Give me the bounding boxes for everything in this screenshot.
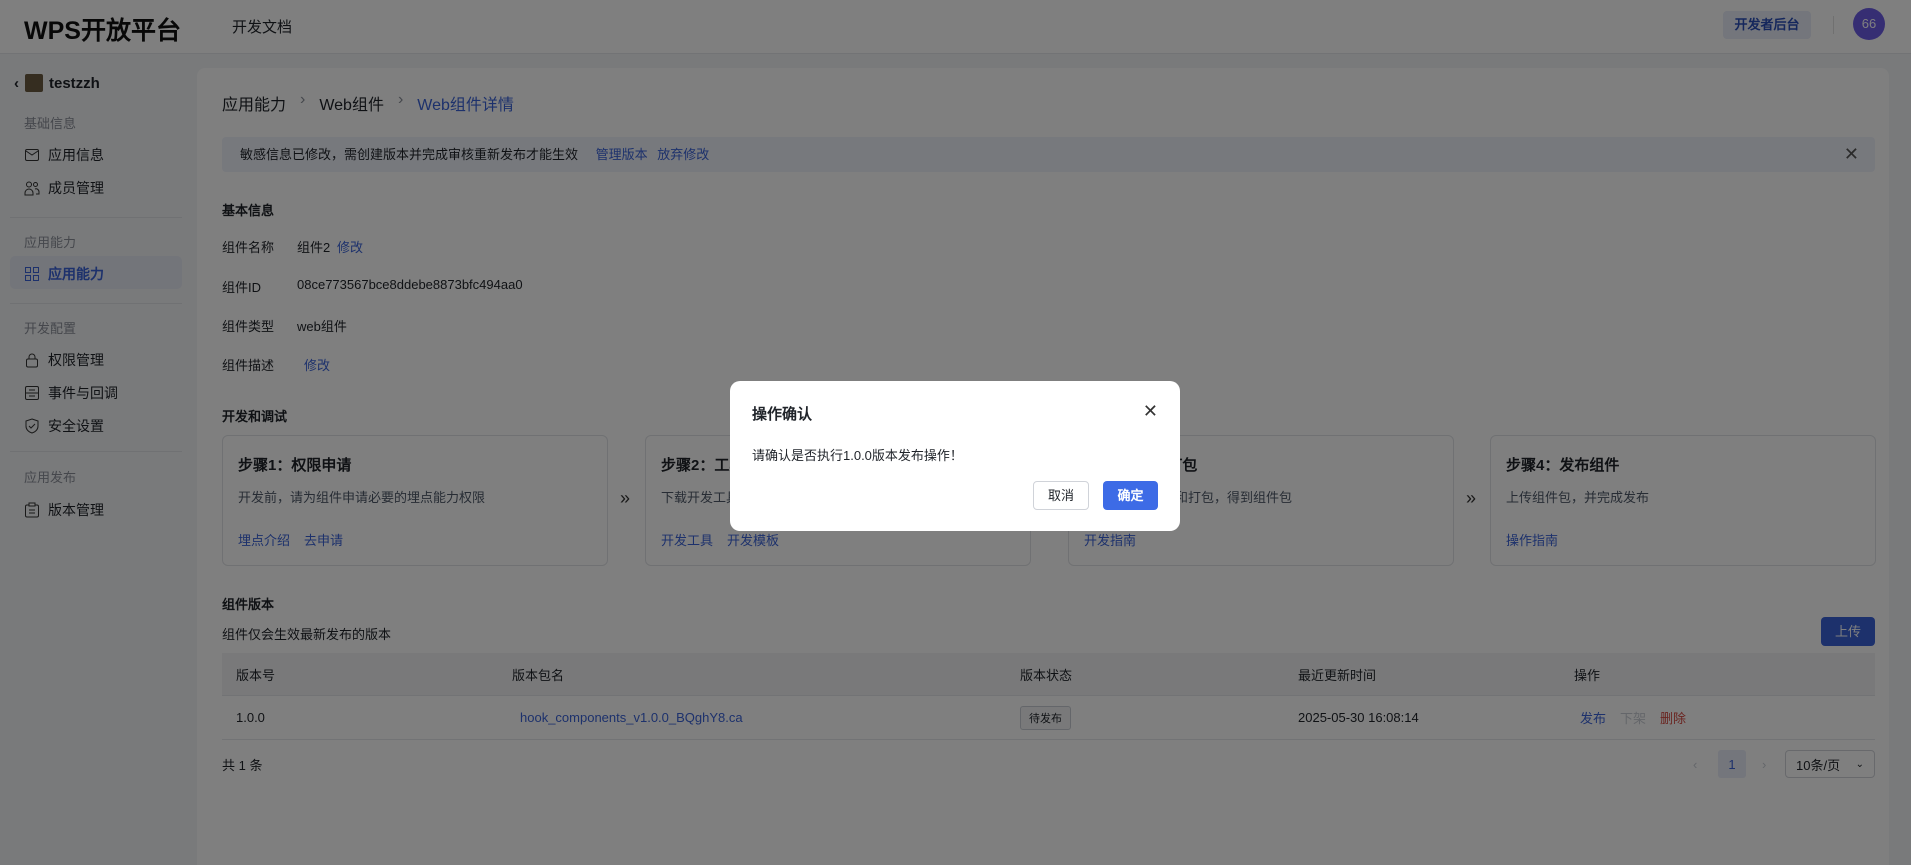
dialog-message: 请确认是否执行1.0.0版本发布操作！ [752, 448, 963, 463]
dialog-title: 操作确认 [752, 406, 813, 423]
close-icon[interactable]: ✕ [1143, 401, 1158, 422]
cancel-button[interactable]: 取消 [1033, 481, 1089, 510]
confirm-button[interactable]: 确定 [1103, 481, 1158, 510]
confirm-dialog: 操作确认 ✕ 请确认是否执行1.0.0版本发布操作！ 取消 确定 [730, 381, 1180, 531]
